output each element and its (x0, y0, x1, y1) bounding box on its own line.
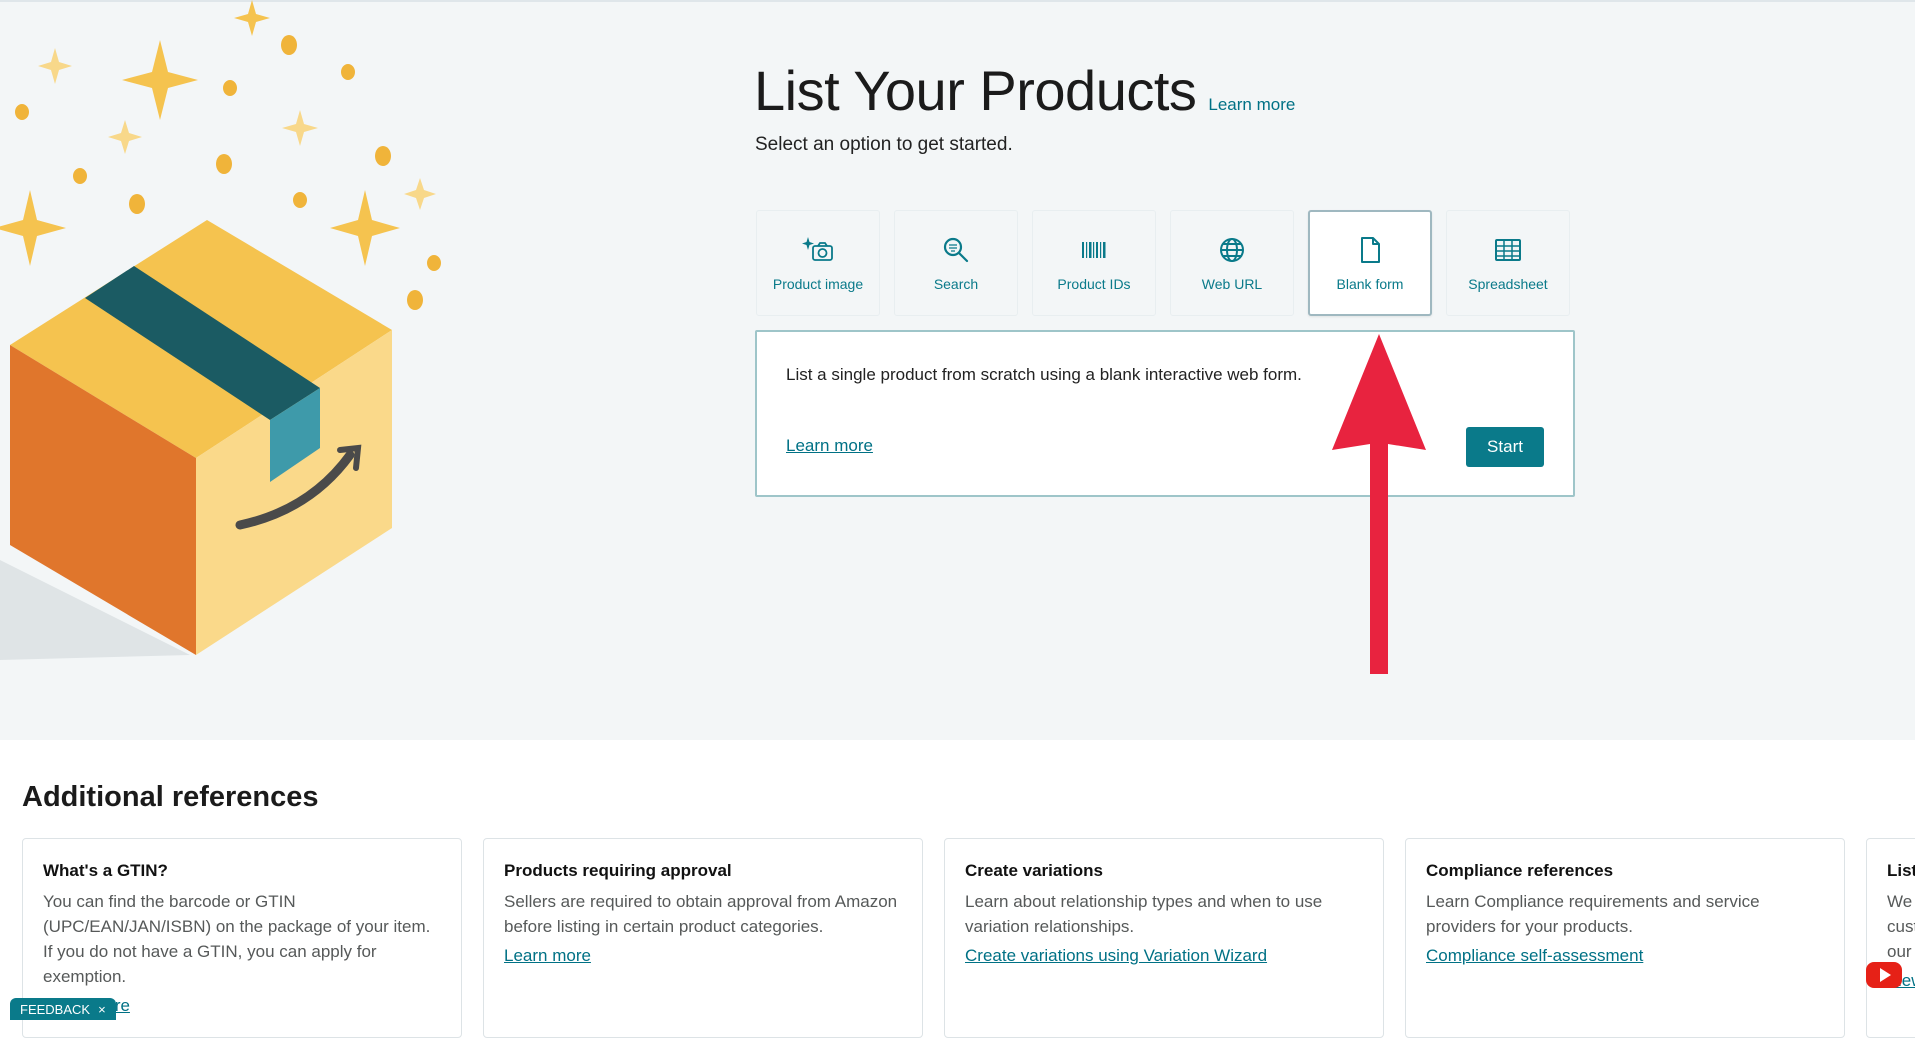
card-body: Learn about relationship types and when … (965, 892, 1323, 936)
option-label: Web URL (1201, 276, 1263, 292)
card-body: Sellers are required to obtain approval … (504, 892, 898, 936)
globe-icon (1220, 238, 1244, 262)
close-icon[interactable]: × (98, 1002, 106, 1017)
red-arrow-annotation (1332, 334, 1426, 674)
option-spreadsheet[interactable]: Spreadsheet (1446, 210, 1570, 316)
detail-learn-more-link[interactable]: Learn more (786, 436, 873, 456)
reference-card-compliance: Compliance references Learn Compliance r… (1405, 838, 1845, 1038)
amazon-box-illustration (0, 0, 441, 660)
option-search[interactable]: Search (894, 210, 1018, 316)
feedback-label: FEEDBACK (20, 1001, 91, 1017)
reference-card-approval: Products requiring approval Sellers are … (483, 838, 923, 1038)
card-title: Create variations (965, 861, 1103, 880)
reference-cards: What's a GTIN? You can find the barcode … (22, 838, 1915, 1038)
option-label: Blank form (1336, 276, 1404, 292)
card-body: You can find the barcode or GTIN (UPC/EA… (43, 892, 431, 986)
card-title: List (1887, 861, 1915, 880)
card-link[interactable]: Create variations using Variation Wizard (965, 943, 1363, 968)
card-link[interactable]: Learn more (504, 943, 902, 968)
option-label: Spreadsheet (1468, 276, 1548, 292)
option-product-image[interactable]: Product image (756, 210, 880, 316)
title-learn-more-link[interactable]: Learn more (1208, 95, 1295, 115)
start-button[interactable]: Start (1466, 427, 1544, 467)
listing-options: Product image Search Product IDs Web URL (756, 210, 1570, 316)
option-product-ids[interactable]: Product IDs (1032, 210, 1156, 316)
reference-card-partial: List We cust our View (1866, 838, 1915, 1038)
card-body: Learn Compliance requirements and servic… (1426, 892, 1760, 936)
barcode-icon (1082, 242, 1106, 258)
additional-references-title: Additional references (22, 781, 319, 813)
page-subtitle: Select an option to get started. (755, 134, 1013, 155)
option-label: Product image (772, 276, 864, 292)
card-title: Products requiring approval (504, 861, 732, 880)
card-title: What's a GTIN? (43, 861, 168, 880)
option-blank-form[interactable]: Blank form (1308, 210, 1432, 316)
card-link[interactable]: Compliance self-assessment (1426, 943, 1824, 968)
detail-description: List a single product from scratch using… (786, 365, 1302, 384)
magnify-icon (943, 237, 969, 263)
sparkle-camera-icon (802, 237, 833, 261)
option-web-url[interactable]: Web URL (1170, 210, 1294, 316)
option-label: Product IDs (1057, 276, 1131, 292)
option-label: Search (933, 276, 979, 292)
page-title: List Your Products (754, 59, 1197, 122)
title-row: List Your Products Learn more (754, 58, 1295, 123)
card-title: Compliance references (1426, 861, 1614, 880)
spreadsheet-icon (1495, 239, 1521, 261)
document-icon (1361, 237, 1380, 263)
card-body: We cust our (1887, 892, 1915, 961)
youtube-subscribe-icon[interactable] (1864, 956, 1904, 996)
option-detail-panel: List a single product from scratch using… (755, 330, 1575, 497)
reference-card-variations: Create variations Learn about relationsh… (944, 838, 1384, 1038)
